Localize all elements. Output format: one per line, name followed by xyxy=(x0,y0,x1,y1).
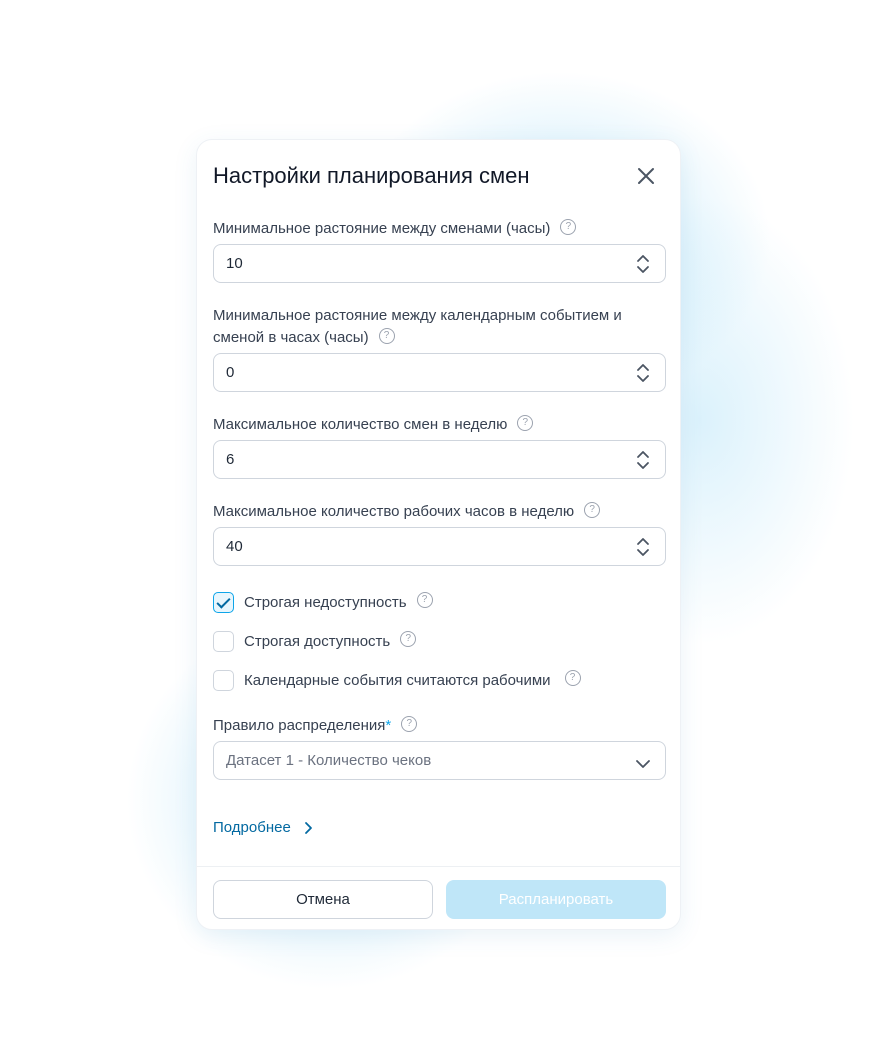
min-between-shifts-input[interactable]: 10 xyxy=(213,244,666,283)
stepper-icon[interactable] xyxy=(635,253,651,275)
events-are-work-row[interactable]: Календарные события считаются рабочими ? xyxy=(213,669,581,691)
distribution-rule-field: Правило распределения*? Датасет 1 - Коли… xyxy=(213,715,666,780)
input-value: 6 xyxy=(226,451,235,468)
more-details-link[interactable]: Подробнее xyxy=(213,819,313,836)
footer-divider xyxy=(197,866,680,867)
dialog-header: Настройки планирования смен xyxy=(213,162,664,192)
help-icon[interactable]: ? xyxy=(560,219,577,236)
select-placeholder: Датасет 1 - Количество чеков xyxy=(226,752,432,769)
max-shifts-week-field: Максимальное количество смен в неделю? 6 xyxy=(213,414,666,479)
help-icon[interactable]: ? xyxy=(400,631,417,647)
strict-availability-label: Строгая доступность xyxy=(244,632,391,650)
max-shifts-week-input[interactable]: 6 xyxy=(213,440,666,479)
events-are-work-checkbox[interactable] xyxy=(213,669,234,691)
close-button[interactable] xyxy=(634,164,658,188)
min-between-shifts-label: Минимальное растояние между сменами (час… xyxy=(213,218,666,240)
strict-unavailability-row[interactable]: Строгая недоступность ? xyxy=(213,591,433,613)
help-icon[interactable]: ? xyxy=(401,716,418,733)
stepper-icon[interactable] xyxy=(635,536,651,558)
stepper-icon[interactable] xyxy=(635,362,651,384)
strict-unavailability-label: Строгая недоступность xyxy=(244,593,407,611)
input-value: 10 xyxy=(226,255,243,272)
help-icon[interactable]: ? xyxy=(564,670,581,686)
events-are-work-label: Календарные события считаются рабочими xyxy=(244,671,551,689)
distribution-rule-label: Правило распределения*? xyxy=(213,715,666,737)
help-icon[interactable]: ? xyxy=(378,328,395,345)
required-mark: * xyxy=(385,717,392,734)
close-icon xyxy=(638,168,654,184)
min-event-shift-field: Минимальное растояние между календарным … xyxy=(213,305,666,392)
max-hours-week-input[interactable]: 40 xyxy=(213,527,666,566)
stepper-icon[interactable] xyxy=(635,449,651,471)
help-icon[interactable]: ? xyxy=(584,502,601,519)
max-hours-week-field: Максимальное количество рабочих часов в … xyxy=(213,501,666,566)
cancel-button[interactable]: Отмена xyxy=(213,880,433,919)
schedule-button[interactable]: Распланировать xyxy=(446,880,666,919)
min-event-shift-label: Минимальное растояние между календарным … xyxy=(213,307,622,346)
distribution-rule-select[interactable]: Датасет 1 - Количество чеков xyxy=(213,741,666,780)
strict-unavailability-checkbox[interactable] xyxy=(213,591,234,613)
strict-availability-row[interactable]: Строгая доступность ? xyxy=(213,630,417,652)
help-icon[interactable]: ? xyxy=(416,592,433,608)
max-shifts-week-label: Максимальное количество смен в неделю? xyxy=(213,414,666,436)
min-event-shift-input[interactable]: 0 xyxy=(213,353,666,392)
chevron-down-icon xyxy=(636,760,650,768)
dialog-title: Настройки планирования смен xyxy=(213,163,530,188)
min-between-shifts-field: Минимальное растояние между сменами (час… xyxy=(213,218,666,283)
strict-availability-checkbox[interactable] xyxy=(213,630,234,652)
scheduling-settings-dialog: Настройки планирования смен Минимальное … xyxy=(196,139,681,930)
input-value: 0 xyxy=(226,364,235,381)
chevron-right-icon xyxy=(304,821,312,834)
max-hours-week-label: Максимальное количество рабочих часов в … xyxy=(213,501,666,523)
input-value: 40 xyxy=(226,538,243,555)
help-icon[interactable]: ? xyxy=(517,415,534,432)
